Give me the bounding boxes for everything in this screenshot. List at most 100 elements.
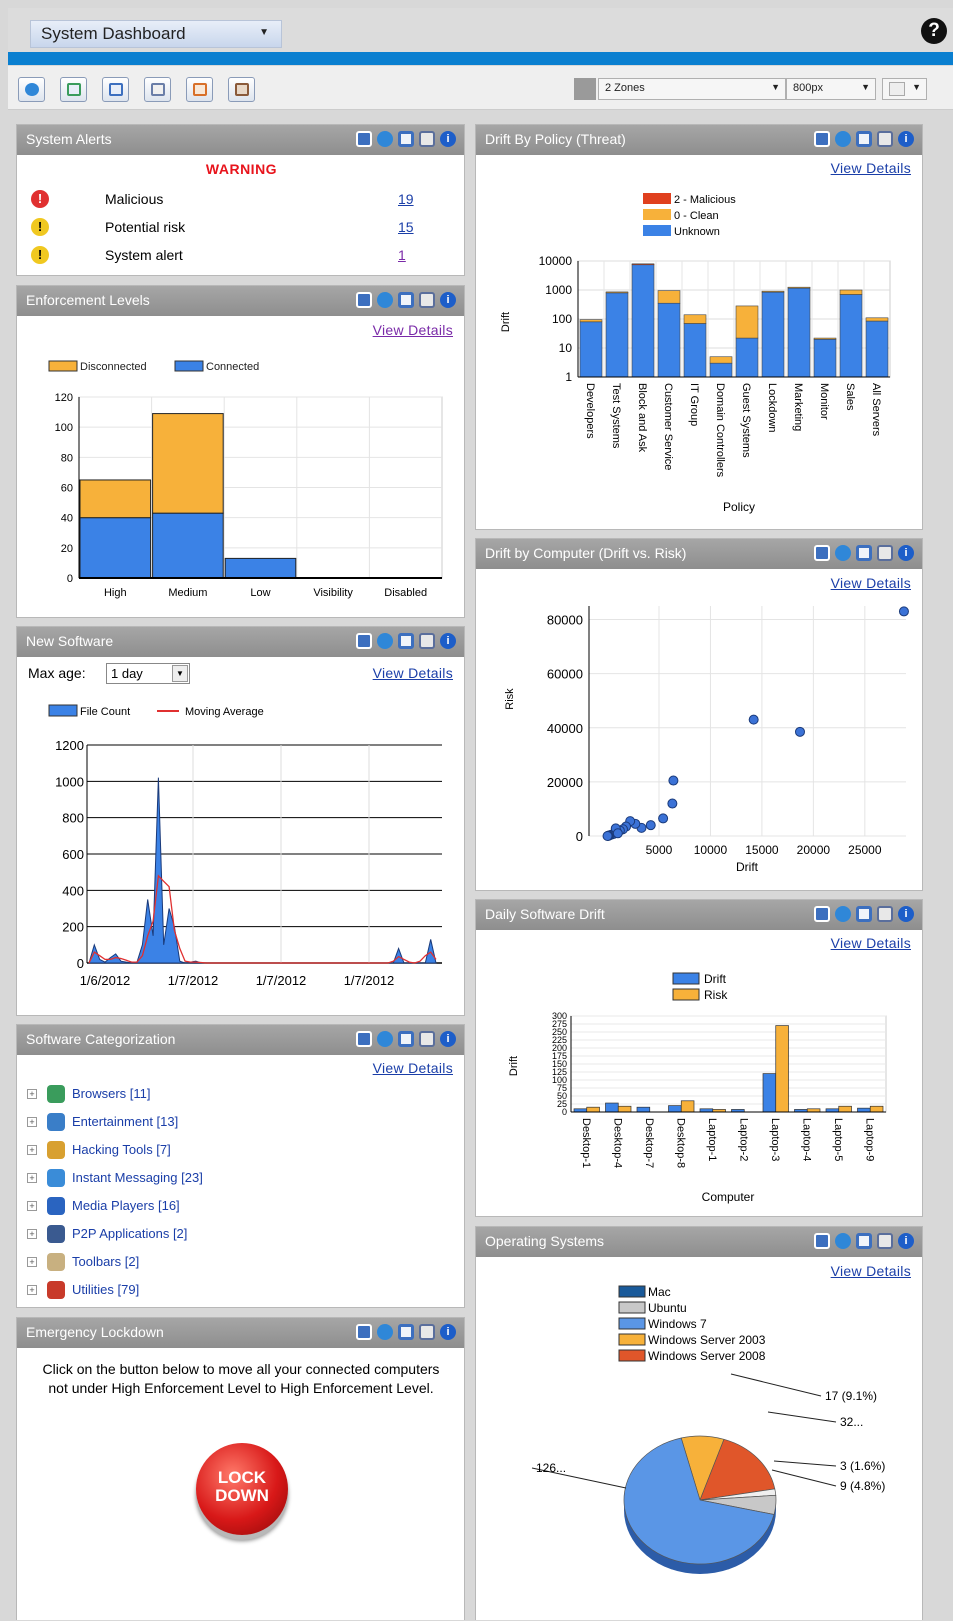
bar (838, 1105, 852, 1113)
comment-icon[interactable] (419, 633, 435, 649)
help-icon[interactable]: ? (921, 18, 947, 44)
bar (709, 356, 733, 364)
zones-select[interactable]: 2 Zones ▼ (598, 78, 786, 100)
file-count-area (88, 777, 437, 964)
info-icon[interactable]: i (898, 545, 914, 561)
popout-icon[interactable] (856, 1233, 872, 1249)
alert-count-link[interactable]: 1 (398, 247, 406, 263)
daily-drift-chart: DriftRisk0255075100125150175200225250275… (508, 972, 887, 1204)
refresh-icon[interactable] (377, 1324, 393, 1340)
refresh-icon[interactable] (835, 545, 851, 561)
expand-icon[interactable]: + (27, 1285, 37, 1295)
info-icon[interactable]: i (440, 131, 456, 147)
view-details-link[interactable]: View Details (373, 1060, 453, 1076)
comment-icon[interactable] (877, 131, 893, 147)
info-icon[interactable]: i (898, 906, 914, 922)
popout-icon[interactable] (856, 131, 872, 147)
expand-icon[interactable]: + (27, 1257, 37, 1267)
y-tick-label: 300 (552, 1011, 567, 1021)
comment-icon[interactable] (877, 545, 893, 561)
width-select[interactable]: 800px ▼ (786, 78, 876, 100)
legend-swatch (618, 1349, 646, 1362)
add-widget-button[interactable] (60, 77, 87, 102)
info-icon[interactable]: i (440, 292, 456, 308)
expand-icon[interactable]: + (27, 1145, 37, 1155)
minimize-all-button[interactable] (144, 77, 171, 102)
category-label: Hacking Tools [7] (72, 1142, 171, 1157)
expand-icon[interactable]: + (27, 1117, 37, 1127)
view-details-link[interactable]: View Details (831, 575, 911, 591)
refresh-icon[interactable] (377, 131, 393, 147)
toolbar-icon (47, 1253, 65, 1271)
expand-icon[interactable]: + (27, 1089, 37, 1099)
dashboard-select[interactable]: System Dashboard ▼ (30, 20, 282, 48)
y-tick-label: 80 (61, 452, 73, 464)
max-age-select[interactable]: 1 day ▼ (106, 663, 190, 684)
dashboard-icon[interactable] (356, 1031, 372, 1047)
expand-icon[interactable]: + (27, 1173, 37, 1183)
scatter-point (645, 820, 656, 831)
chevron-down-icon: ▼ (771, 82, 780, 92)
y-tick-label: 20 (61, 543, 73, 555)
alert-label: System alert (105, 247, 183, 263)
info-icon[interactable]: i (440, 633, 456, 649)
expand-icon[interactable]: + (27, 1201, 37, 1211)
dashboard-icon[interactable] (356, 633, 372, 649)
popout-icon[interactable] (398, 292, 414, 308)
info-icon[interactable]: i (898, 131, 914, 147)
info-icon[interactable]: i (440, 1031, 456, 1047)
popout-icon[interactable] (398, 131, 414, 147)
comment-icon[interactable] (877, 1233, 893, 1249)
export-button[interactable] (186, 77, 213, 102)
view-details-link[interactable]: View Details (831, 1263, 911, 1279)
refresh-icon[interactable] (377, 292, 393, 308)
refresh-icon[interactable] (377, 1031, 393, 1047)
bar (683, 314, 707, 324)
bar (79, 479, 152, 519)
y-axis-label: Drift (500, 312, 512, 332)
refresh-icon[interactable] (377, 633, 393, 649)
cascade-button[interactable] (102, 77, 129, 102)
comment-icon[interactable] (877, 906, 893, 922)
comment-icon[interactable] (419, 131, 435, 147)
dashboard-icon[interactable] (356, 1324, 372, 1340)
popout-icon[interactable] (398, 633, 414, 649)
info-icon[interactable]: i (440, 1324, 456, 1340)
dashboard-icon[interactable] (814, 1233, 830, 1249)
popout-icon[interactable] (856, 906, 872, 922)
comment-icon[interactable] (419, 1324, 435, 1340)
refresh-icon[interactable] (835, 906, 851, 922)
lockdown-button[interactable]: LOCK DOWN (196, 1443, 288, 1535)
y-tick-label: 400 (62, 883, 84, 898)
refresh-button[interactable] (18, 77, 45, 102)
alert-count-link[interactable]: 19 (398, 191, 414, 207)
color-select[interactable]: ▼ (882, 78, 927, 100)
view-details-link[interactable]: View Details (831, 160, 911, 176)
x-tick-label: 1/6/2012 (80, 973, 131, 988)
warning-icon: ! (31, 246, 49, 264)
view-details-link[interactable]: View Details (373, 322, 453, 338)
expand-icon[interactable]: + (27, 1229, 37, 1239)
popout-icon[interactable] (398, 1324, 414, 1340)
bar (775, 1025, 789, 1113)
upload-button[interactable] (228, 77, 255, 102)
dashboard-icon[interactable] (814, 131, 830, 147)
popout-icon[interactable] (856, 545, 872, 561)
dashboard-icon[interactable] (356, 131, 372, 147)
x-tick-label: 5000 (646, 843, 673, 857)
x-tick-label: 20000 (797, 843, 831, 857)
x-tick-label: 15000 (745, 843, 779, 857)
dashboard-icon[interactable] (814, 545, 830, 561)
dashboard-icon[interactable] (814, 906, 830, 922)
comment-icon[interactable] (419, 1031, 435, 1047)
alert-count-link[interactable]: 15 (398, 219, 414, 235)
popout-icon[interactable] (398, 1031, 414, 1047)
info-icon[interactable]: i (898, 1233, 914, 1249)
refresh-icon[interactable] (835, 131, 851, 147)
dashboard-icon[interactable] (356, 292, 372, 308)
y-tick-label: 0 (77, 956, 84, 971)
view-details-link[interactable]: View Details (831, 935, 911, 951)
view-details-link[interactable]: View Details (373, 665, 453, 681)
refresh-icon[interactable] (835, 1233, 851, 1249)
comment-icon[interactable] (419, 292, 435, 308)
